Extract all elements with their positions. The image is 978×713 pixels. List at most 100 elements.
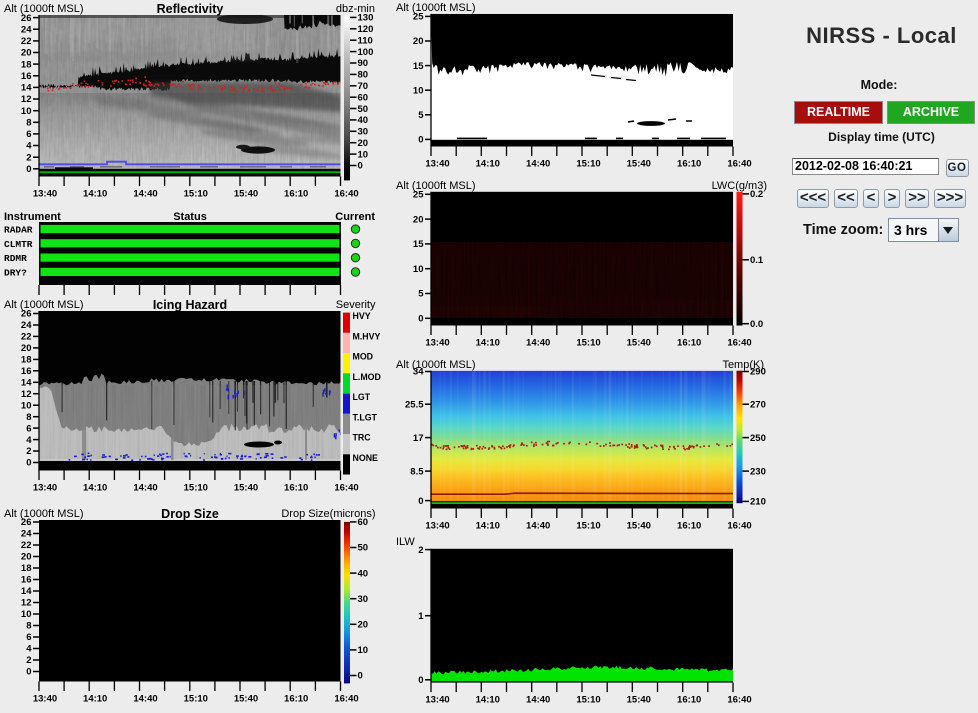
svg-text:14:10: 14:10 bbox=[83, 694, 107, 705]
svg-text:14: 14 bbox=[21, 378, 32, 389]
svg-text:14:40: 14:40 bbox=[526, 695, 550, 706]
svg-text:4: 4 bbox=[26, 141, 32, 152]
svg-text:18: 18 bbox=[21, 355, 32, 366]
svg-text:230: 230 bbox=[750, 466, 766, 477]
svg-text:80: 80 bbox=[358, 70, 369, 81]
svg-text:0.0: 0.0 bbox=[750, 319, 763, 330]
svg-text:15:40: 15:40 bbox=[627, 695, 651, 706]
svg-text:60: 60 bbox=[358, 517, 369, 528]
svg-text:100: 100 bbox=[358, 47, 374, 58]
svg-text:14:10: 14:10 bbox=[476, 159, 500, 170]
svg-text:13:40: 13:40 bbox=[425, 521, 449, 532]
svg-text:14:40: 14:40 bbox=[526, 338, 550, 349]
svg-text:40: 40 bbox=[358, 115, 369, 126]
svg-text:6: 6 bbox=[26, 129, 31, 140]
svg-text:15:40: 15:40 bbox=[627, 159, 651, 170]
svg-text:0: 0 bbox=[358, 161, 363, 172]
svg-text:14: 14 bbox=[21, 83, 32, 94]
svg-text:16: 16 bbox=[21, 366, 32, 377]
svg-text:6: 6 bbox=[26, 632, 31, 643]
svg-text:0: 0 bbox=[418, 496, 423, 507]
svg-text:15:10: 15:10 bbox=[576, 338, 600, 349]
svg-text:10: 10 bbox=[358, 645, 369, 656]
svg-text:15:10: 15:10 bbox=[184, 483, 208, 494]
svg-text:4: 4 bbox=[26, 435, 32, 446]
svg-text:20: 20 bbox=[358, 620, 369, 631]
svg-text:13:40: 13:40 bbox=[425, 159, 449, 170]
svg-text:16:10: 16:10 bbox=[677, 159, 701, 170]
svg-text:13:40: 13:40 bbox=[33, 483, 57, 494]
svg-text:13:40: 13:40 bbox=[425, 338, 449, 349]
svg-text:20: 20 bbox=[21, 552, 32, 563]
svg-text:10: 10 bbox=[21, 609, 32, 620]
svg-text:15:10: 15:10 bbox=[184, 694, 208, 705]
svg-text:20: 20 bbox=[21, 343, 32, 354]
svg-text:70: 70 bbox=[358, 81, 369, 92]
svg-text:Status: Status bbox=[173, 211, 207, 223]
svg-text:12: 12 bbox=[21, 389, 32, 400]
svg-text:0: 0 bbox=[26, 458, 31, 469]
svg-text:14:40: 14:40 bbox=[133, 189, 157, 200]
svg-text:90: 90 bbox=[358, 58, 369, 69]
svg-text:0: 0 bbox=[418, 314, 423, 325]
svg-text:24: 24 bbox=[21, 529, 32, 540]
svg-text:Alt (1000ft MSL): Alt (1000ft MSL) bbox=[4, 299, 83, 311]
svg-text:17: 17 bbox=[413, 433, 424, 444]
svg-text:1: 1 bbox=[418, 611, 424, 622]
svg-text:Alt (1000ft MSL): Alt (1000ft MSL) bbox=[4, 508, 83, 520]
svg-text:M.HVY: M.HVY bbox=[353, 331, 381, 341]
svg-text:15: 15 bbox=[413, 61, 424, 72]
svg-text:LGT: LGT bbox=[353, 392, 371, 402]
svg-text:16:40: 16:40 bbox=[334, 694, 358, 705]
svg-text:HVY: HVY bbox=[353, 311, 371, 321]
svg-text:MOD: MOD bbox=[353, 352, 374, 362]
svg-text:13:40: 13:40 bbox=[33, 694, 57, 705]
svg-text:NONE: NONE bbox=[353, 453, 379, 463]
svg-text:2: 2 bbox=[418, 545, 423, 556]
svg-text:20: 20 bbox=[21, 48, 32, 59]
svg-text:Drop Size: Drop Size bbox=[161, 507, 219, 521]
svg-text:0: 0 bbox=[358, 671, 363, 682]
svg-text:RADAR: RADAR bbox=[4, 225, 33, 236]
svg-text:16:40: 16:40 bbox=[334, 189, 358, 200]
svg-text:0: 0 bbox=[418, 675, 423, 686]
svg-text:15:10: 15:10 bbox=[184, 189, 208, 200]
svg-text:15:10: 15:10 bbox=[576, 521, 600, 532]
svg-text:24: 24 bbox=[21, 24, 32, 35]
svg-text:5: 5 bbox=[418, 289, 424, 300]
svg-text:290: 290 bbox=[750, 367, 766, 378]
svg-text:12: 12 bbox=[21, 598, 32, 609]
svg-text:12: 12 bbox=[21, 94, 32, 105]
svg-text:16:10: 16:10 bbox=[677, 338, 701, 349]
svg-text:120: 120 bbox=[358, 24, 374, 35]
svg-text:50: 50 bbox=[358, 104, 369, 115]
svg-text:16:10: 16:10 bbox=[284, 694, 308, 705]
svg-text:Alt (1000ft MSL): Alt (1000ft MSL) bbox=[396, 359, 475, 371]
svg-text:2: 2 bbox=[26, 152, 31, 163]
svg-text:8: 8 bbox=[26, 412, 31, 423]
svg-text:14:10: 14:10 bbox=[476, 695, 500, 706]
svg-text:14:10: 14:10 bbox=[476, 521, 500, 532]
svg-text:20: 20 bbox=[413, 36, 424, 47]
svg-text:15:40: 15:40 bbox=[627, 338, 651, 349]
svg-text:30: 30 bbox=[358, 594, 369, 605]
svg-text:Icing Hazard: Icing Hazard bbox=[153, 298, 227, 312]
svg-text:18: 18 bbox=[21, 563, 32, 574]
svg-text:26: 26 bbox=[21, 517, 32, 528]
svg-text:22: 22 bbox=[21, 540, 32, 551]
svg-text:RDMR: RDMR bbox=[4, 253, 27, 264]
svg-text:15: 15 bbox=[413, 239, 424, 250]
svg-text:DRY?: DRY? bbox=[4, 267, 27, 278]
svg-text:Alt (1000ft MSL): Alt (1000ft MSL) bbox=[396, 180, 475, 192]
svg-text:26: 26 bbox=[21, 13, 32, 24]
svg-text:15:40: 15:40 bbox=[234, 189, 258, 200]
svg-text:16: 16 bbox=[21, 575, 32, 586]
svg-text:13:40: 13:40 bbox=[425, 695, 449, 706]
svg-text:16:40: 16:40 bbox=[334, 483, 358, 494]
svg-text:8: 8 bbox=[26, 621, 31, 632]
svg-text:0.2: 0.2 bbox=[750, 189, 763, 200]
svg-text:15:40: 15:40 bbox=[627, 521, 651, 532]
svg-text:16:40: 16:40 bbox=[727, 695, 751, 706]
svg-text:20: 20 bbox=[358, 138, 369, 149]
svg-text:6: 6 bbox=[26, 423, 31, 434]
